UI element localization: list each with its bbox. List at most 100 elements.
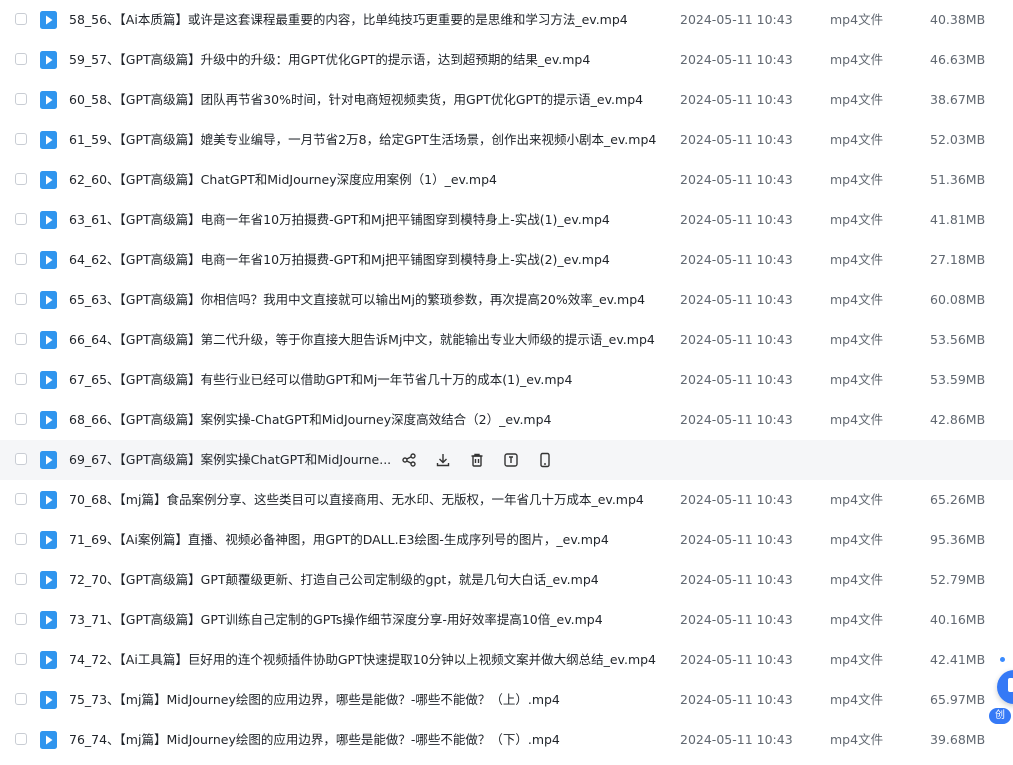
file-date: 2024-05-11 10:43: [680, 492, 793, 507]
video-file-icon: [40, 731, 57, 749]
row-checkbox[interactable]: [15, 693, 27, 705]
file-row[interactable]: 74_72、【Ai工具篇】巨好用的连个视频插件协助GPT快速提取10分钟以上视频…: [0, 640, 1013, 680]
file-row[interactable]: 73_71、【GPT高级篇】GPT训练自己定制的GPTs操作细节深度分享-用好效…: [0, 600, 1013, 640]
file-date: 2024-05-11 10:43: [680, 212, 793, 227]
file-size: 51.36MB: [930, 172, 986, 187]
video-file-icon: [40, 611, 57, 629]
row-checkbox[interactable]: [15, 13, 27, 25]
download-icon[interactable]: [434, 451, 452, 469]
share-icon[interactable]: [400, 451, 418, 469]
row-checkbox[interactable]: [15, 573, 27, 585]
row-checkbox[interactable]: [15, 533, 27, 545]
video-file-icon: [40, 531, 57, 549]
file-row[interactable]: 59_57、【GPT高级篇】升级中的升级：用GPT优化GPT的提示语，达到超预期…: [0, 40, 1013, 80]
file-name[interactable]: 73_71、【GPT高级篇】GPT训练自己定制的GPTs操作细节深度分享-用好效…: [69, 600, 603, 640]
file-size: 39.68MB: [930, 732, 986, 747]
file-size: 42.41MB: [930, 652, 986, 667]
row-checkbox[interactable]: [15, 93, 27, 105]
floating-assistant-widget[interactable]: 创: [989, 655, 1013, 725]
file-name[interactable]: 68_66、【GPT高级篇】案例实操-ChatGPT和MidJourney深度高…: [69, 400, 552, 440]
file-type: mp4文件: [830, 572, 884, 587]
phone-icon[interactable]: [536, 451, 554, 469]
file-name[interactable]: 60_58、【GPT高级篇】团队再节省30%时间，针对电商短视频卖货，用GPT优…: [69, 80, 643, 120]
file-row[interactable]: 68_66、【GPT高级篇】案例实操-ChatGPT和MidJourney深度高…: [0, 400, 1013, 440]
file-row[interactable]: 63_61、【GPT高级篇】电商一年省10万拍摄费-GPT和Mj把平铺图穿到模特…: [0, 200, 1013, 240]
row-checkbox[interactable]: [15, 213, 27, 225]
video-file-icon: [40, 691, 57, 709]
file-type: mp4文件: [830, 212, 884, 227]
file-name[interactable]: 63_61、【GPT高级篇】电商一年省10万拍摄费-GPT和Mj把平铺图穿到模特…: [69, 200, 610, 240]
row-checkbox[interactable]: [15, 53, 27, 65]
row-checkbox[interactable]: [15, 333, 27, 345]
file-row[interactable]: 76_74、【mj篇】MidJourney绘图的应用边界，哪些是能做？-哪些不能…: [0, 720, 1013, 760]
file-row[interactable]: 69_67、【GPT高级篇】案例实操ChatGPT和MidJourne...: [0, 440, 1013, 480]
file-type: mp4文件: [830, 692, 884, 707]
file-type: mp4文件: [830, 372, 884, 387]
rename-icon[interactable]: [502, 451, 520, 469]
file-type: mp4文件: [830, 132, 884, 147]
video-file-icon: [40, 251, 57, 269]
file-name[interactable]: 76_74、【mj篇】MidJourney绘图的应用边界，哪些是能做？-哪些不能…: [69, 720, 560, 760]
file-type: mp4文件: [830, 52, 884, 67]
file-date: 2024-05-11 10:43: [680, 652, 793, 667]
file-date: 2024-05-11 10:43: [680, 252, 793, 267]
file-name[interactable]: 61_59、【GPT高级篇】媲美专业编导，一月节省2万8，给定GPT生活场景，创…: [69, 120, 656, 160]
file-name[interactable]: 71_69、【Ai案例篇】直播、视频必备神图，用GPT的DALL.E3绘图-生成…: [69, 520, 609, 560]
file-row[interactable]: 70_68、【mj篇】食品案例分享、这些类目可以直接商用、无水印、无版权，一年省…: [0, 480, 1013, 520]
row-checkbox[interactable]: [15, 493, 27, 505]
file-size: 40.16MB: [930, 612, 986, 627]
file-name[interactable]: 74_72、【Ai工具篇】巨好用的连个视频插件协助GPT快速提取10分钟以上视频…: [69, 640, 656, 680]
file-type: mp4文件: [830, 612, 884, 627]
row-checkbox[interactable]: [15, 453, 27, 465]
assistant-label[interactable]: 创: [989, 708, 1011, 724]
file-row[interactable]: 62_60、【GPT高级篇】ChatGPT和MidJourney深度应用案例（1…: [0, 160, 1013, 200]
file-name[interactable]: 67_65、【GPT高级篇】有些行业已经可以借助GPT和Mj一年节省几十万的成本…: [69, 360, 572, 400]
file-date: 2024-05-11 10:43: [680, 132, 793, 147]
file-name[interactable]: 62_60、【GPT高级篇】ChatGPT和MidJourney深度应用案例（1…: [69, 160, 497, 200]
row-checkbox[interactable]: [15, 133, 27, 145]
file-name[interactable]: 69_67、【GPT高级篇】案例实操ChatGPT和MidJourne...: [69, 440, 391, 480]
file-size: 65.97MB: [930, 692, 986, 707]
video-file-icon: [40, 651, 57, 669]
file-size: 52.79MB: [930, 572, 986, 587]
file-name[interactable]: 72_70、【GPT高级篇】GPT颠覆级更新、打造自己公司定制级的gpt，就是几…: [69, 560, 599, 600]
file-name[interactable]: 75_73、【mj篇】MidJourney绘图的应用边界，哪些是能做？-哪些不能…: [69, 680, 560, 720]
row-checkbox[interactable]: [15, 613, 27, 625]
delete-icon[interactable]: [468, 451, 486, 469]
row-checkbox[interactable]: [15, 173, 27, 185]
file-row[interactable]: 72_70、【GPT高级篇】GPT颠覆级更新、打造自己公司定制级的gpt，就是几…: [0, 560, 1013, 600]
file-row[interactable]: 65_63、【GPT高级篇】你相信吗？我用中文直接就可以输出Mj的繁琐参数，再次…: [0, 280, 1013, 320]
file-date: 2024-05-11 10:43: [680, 332, 793, 347]
file-type: mp4文件: [830, 332, 884, 347]
file-type: mp4文件: [830, 532, 884, 547]
file-row[interactable]: 64_62、【GPT高级篇】电商一年省10万拍摄费-GPT和Mj把平铺图穿到模特…: [0, 240, 1013, 280]
file-row[interactable]: 71_69、【Ai案例篇】直播、视频必备神图，用GPT的DALL.E3绘图-生成…: [0, 520, 1013, 560]
row-checkbox[interactable]: [15, 293, 27, 305]
file-name[interactable]: 70_68、【mj篇】食品案例分享、这些类目可以直接商用、无水印、无版权，一年省…: [69, 480, 644, 520]
file-row[interactable]: 61_59、【GPT高级篇】媲美专业编导，一月节省2万8，给定GPT生活场景，创…: [0, 120, 1013, 160]
row-checkbox[interactable]: [15, 413, 27, 425]
file-row[interactable]: 75_73、【mj篇】MidJourney绘图的应用边界，哪些是能做？-哪些不能…: [0, 680, 1013, 720]
file-name[interactable]: 66_64、【GPT高级篇】第二代升级，等于你直接大胆告诉Mj中文，就能输出专业…: [69, 320, 655, 360]
video-file-icon: [40, 571, 57, 589]
row-checkbox[interactable]: [15, 373, 27, 385]
file-name[interactable]: 58_56、【Ai本质篇】或许是这套课程最重要的内容，比单纯技巧更重要的是思维和…: [69, 0, 628, 40]
file-size: 95.36MB: [930, 532, 986, 547]
file-type: mp4文件: [830, 412, 884, 427]
assistant-icon[interactable]: [997, 670, 1013, 704]
file-name[interactable]: 64_62、【GPT高级篇】电商一年省10万拍摄费-GPT和Mj把平铺图穿到模特…: [69, 240, 610, 280]
file-row[interactable]: 67_65、【GPT高级篇】有些行业已经可以借助GPT和Mj一年节省几十万的成本…: [0, 360, 1013, 400]
file-row[interactable]: 60_58、【GPT高级篇】团队再节省30%时间，针对电商短视频卖货，用GPT优…: [0, 80, 1013, 120]
row-hover-actions: [400, 451, 554, 469]
file-row[interactable]: 58_56、【Ai本质篇】或许是这套课程最重要的内容，比单纯技巧更重要的是思维和…: [0, 0, 1013, 40]
row-checkbox[interactable]: [15, 253, 27, 265]
row-checkbox[interactable]: [15, 733, 27, 745]
file-name[interactable]: 59_57、【GPT高级篇】升级中的升级：用GPT优化GPT的提示语，达到超预期…: [69, 40, 590, 80]
file-size: 53.59MB: [930, 372, 986, 387]
file-name[interactable]: 65_63、【GPT高级篇】你相信吗？我用中文直接就可以输出Mj的繁琐参数，再次…: [69, 280, 645, 320]
file-size: 27.18MB: [930, 252, 986, 267]
file-size: 65.26MB: [930, 492, 986, 507]
file-type: mp4文件: [830, 732, 884, 747]
file-row[interactable]: 66_64、【GPT高级篇】第二代升级，等于你直接大胆告诉Mj中文，就能输出专业…: [0, 320, 1013, 360]
row-checkbox[interactable]: [15, 653, 27, 665]
